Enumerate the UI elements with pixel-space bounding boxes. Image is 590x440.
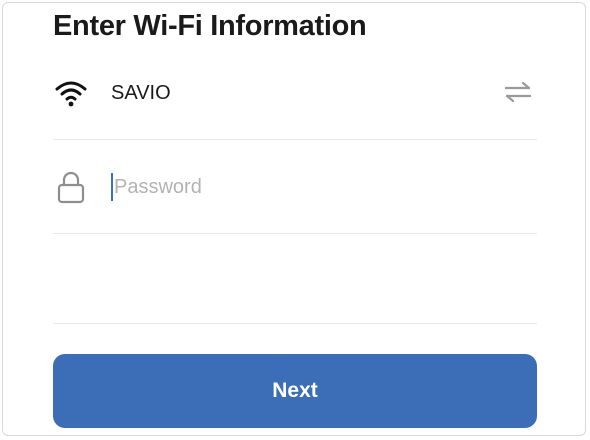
next-button[interactable]: Next <box>53 354 537 428</box>
text-caret <box>111 173 113 201</box>
divider <box>53 323 537 324</box>
divider <box>53 139 537 140</box>
password-row <box>53 141 537 233</box>
wifi-icon <box>53 75 89 111</box>
wifi-setup-screen: Enter Wi-Fi Information SAVIO Next <box>2 2 586 436</box>
wifi-network-row: SAVIO <box>53 47 537 139</box>
divider <box>53 233 537 234</box>
page-title: Enter Wi-Fi Information <box>53 10 367 42</box>
lock-icon <box>53 169 89 205</box>
password-field-wrap <box>111 169 537 205</box>
swap-network-icon[interactable] <box>503 79 533 105</box>
wifi-ssid: SAVIO <box>111 81 171 104</box>
password-input[interactable] <box>114 175 494 199</box>
